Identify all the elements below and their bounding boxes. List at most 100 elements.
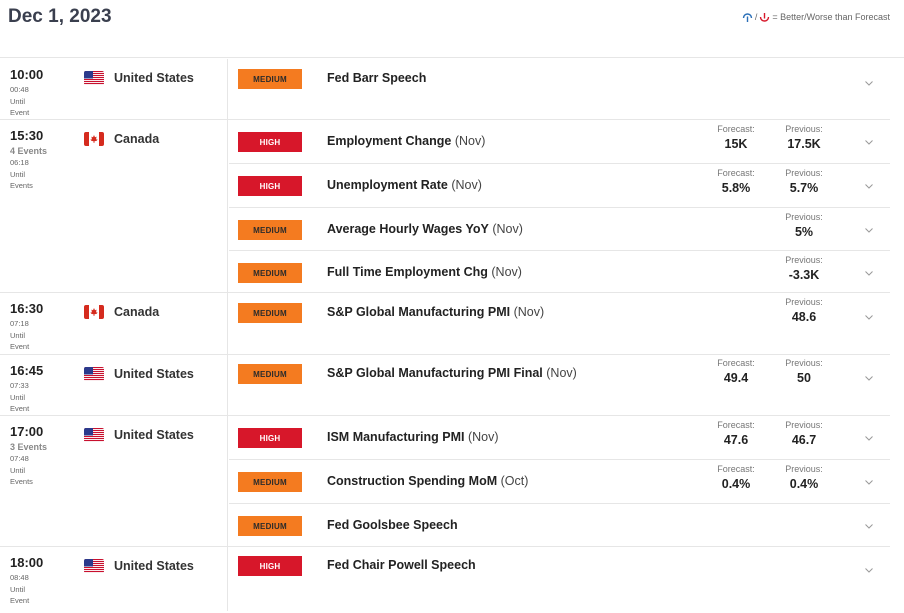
forecast-value: 0.4% (721, 477, 751, 491)
event-name[interactable]: Fed Barr Speech (327, 71, 426, 85)
chevron-down-icon[interactable] (863, 224, 875, 236)
chevron-down-icon[interactable] (863, 476, 875, 488)
event-name[interactable]: Fed Goolsbee Speech (327, 518, 458, 532)
event-period: (Oct) (500, 474, 529, 488)
chevron-down-icon[interactable] (863, 520, 875, 532)
event-row[interactable]: MEDIUM Fed Barr Speech (229, 59, 890, 120)
event-name[interactable]: Unemployment Rate (Nov) (327, 178, 482, 192)
event-name[interactable]: Average Hourly Wages YoY (Nov) (327, 222, 523, 236)
chevron-down-icon[interactable] (863, 180, 875, 192)
time-cell: 18:00 08:48 Until Event United States (0, 547, 228, 611)
event-name[interactable]: Employment Change (Nov) (327, 134, 485, 148)
event-title: Fed Barr Speech (327, 71, 427, 85)
event-name[interactable]: Full Time Employment Chg (Nov) (327, 265, 522, 279)
event-group: 16:45 07:33 Until Event United States ME… (0, 355, 890, 416)
event-title: Fed Chair Powell Speech (327, 558, 476, 572)
worse-than-forecast-icon (759, 12, 770, 22)
event-title: S&P Global Manufacturing PMI Final (327, 366, 543, 380)
countdown: 4 Events 06:18 Until Events (10, 145, 47, 192)
previous: Previous: 0.4% (769, 464, 839, 491)
event-group: 18:00 08:48 Until Event United States HI… (0, 547, 890, 611)
country-name: United States (114, 71, 194, 85)
countdown-event: Event (10, 404, 30, 413)
previous-value: 5% (794, 225, 814, 239)
event-name[interactable]: Fed Chair Powell Speech (327, 558, 476, 572)
forecast-label: Forecast: (717, 124, 755, 134)
event-count: 4 Events (10, 146, 48, 156)
countdown-event: Event (10, 596, 30, 605)
impact-badge: MEDIUM (238, 220, 302, 240)
previous: Previous: -3.3K (769, 255, 839, 282)
us-flag-icon (84, 367, 104, 381)
countdown-event: Event (10, 108, 30, 117)
chevron-down-icon[interactable] (863, 564, 875, 576)
event-name[interactable]: ISM Manufacturing PMI (Nov) (327, 430, 499, 444)
forecast-label: Forecast: (717, 358, 755, 368)
forecast-label: Forecast: (717, 168, 755, 178)
previous-value: 0.4% (789, 477, 819, 491)
event-name[interactable]: S&P Global Manufacturing PMI (Nov) (327, 305, 544, 319)
forecast-value: 15K (724, 137, 748, 151)
event-time: 15:30 (10, 128, 44, 143)
chevron-down-icon[interactable] (863, 372, 875, 384)
previous-label: Previous: (785, 420, 823, 430)
event-title: S&P Global Manufacturing PMI (327, 305, 511, 319)
event-row[interactable]: MEDIUM Fed Goolsbee Speech (229, 503, 890, 546)
previous-label: Previous: (785, 124, 823, 134)
time-cell: 15:30 4 Events 06:18 Until Events Canada (0, 120, 228, 292)
event-list: MEDIUM Fed Barr Speech (229, 59, 890, 120)
forecast: Forecast: 15K (701, 124, 771, 151)
event-groups: 10:00 00:48 Until Event United States ME… (0, 59, 890, 611)
event-group: 10:00 00:48 Until Event United States ME… (0, 59, 890, 120)
countdown: 3 Events 07:48 Until Events (10, 441, 47, 488)
event-period: (Nov) (454, 134, 486, 148)
event-period: (Nov) (492, 222, 523, 236)
time-cell: 10:00 00:48 Until Event United States (0, 59, 228, 119)
calendar-header: Dec 1, 2023 / = Better/Worse than Foreca… (0, 0, 904, 58)
event-row[interactable]: MEDIUM S&P Global Manufacturing PMI Final… (229, 355, 890, 415)
event-list: MEDIUM S&P Global Manufacturing PMI (Nov)… (229, 293, 890, 354)
impact-badge: HIGH (238, 556, 302, 576)
event-row[interactable]: MEDIUM Construction Spending MoM (Oct) For… (229, 459, 890, 503)
previous-label: Previous: (785, 168, 823, 178)
event-list: HIGH Fed Chair Powell Speech (229, 547, 890, 607)
canada-flag-icon (84, 305, 104, 319)
event-time: 16:30 (10, 301, 44, 316)
event-title: Construction Spending MoM (327, 474, 498, 488)
event-time: 18:00 (10, 555, 44, 570)
chevron-down-icon[interactable] (863, 267, 875, 279)
countdown-time: 00:48 (10, 85, 29, 94)
forecast-label: Forecast: (717, 420, 755, 430)
event-row[interactable]: MEDIUM Average Hourly Wages YoY (Nov) Prev… (229, 207, 890, 250)
previous: Previous: 5% (769, 212, 839, 239)
event-title: Full Time Employment Chg (327, 265, 488, 279)
country-name: Canada (114, 305, 160, 319)
event-time: 10:00 (10, 67, 44, 82)
country: United States (84, 71, 194, 85)
event-period: (Nov) (451, 178, 482, 192)
event-row[interactable]: HIGH Unemployment Rate (Nov) Forecast: 5.8%… (229, 163, 890, 207)
countdown-time: 07:18 (10, 319, 29, 328)
forecast-value: 47.6 (723, 433, 749, 447)
chevron-down-icon[interactable] (863, 432, 875, 444)
event-row[interactable]: MEDIUM S&P Global Manufacturing PMI (Nov)… (229, 293, 890, 354)
event-row[interactable]: HIGH ISM Manufacturing PMI (Nov) Forecast:… (229, 416, 890, 459)
impact-badge: MEDIUM (238, 516, 302, 536)
event-count: 3 Events (10, 442, 48, 452)
chevron-down-icon[interactable] (863, 136, 875, 148)
forecast: Forecast: 0.4% (701, 464, 771, 491)
event-row[interactable]: MEDIUM Full Time Employment Chg (Nov) Prev… (229, 250, 890, 293)
event-name[interactable]: S&P Global Manufacturing PMI Final (Nov) (327, 366, 577, 380)
event-group: 15:30 4 Events 06:18 Until Events Canada… (0, 120, 890, 293)
previous: Previous: 46.7 (769, 420, 839, 447)
chevron-down-icon[interactable] (863, 77, 875, 89)
chevron-down-icon[interactable] (863, 311, 875, 323)
countdown: 07:33 Until Event (10, 380, 29, 415)
countdown-until: Until (10, 330, 26, 340)
previous-value: 46.7 (791, 433, 817, 447)
event-row[interactable]: HIGH Employment Change (Nov) Forecast: 15K P… (229, 120, 890, 163)
us-flag-icon (84, 559, 104, 573)
event-name[interactable]: Construction Spending MoM (Oct) (327, 474, 528, 488)
event-row[interactable]: HIGH Fed Chair Powell Speech (229, 547, 890, 607)
country-name: United States (114, 559, 194, 573)
